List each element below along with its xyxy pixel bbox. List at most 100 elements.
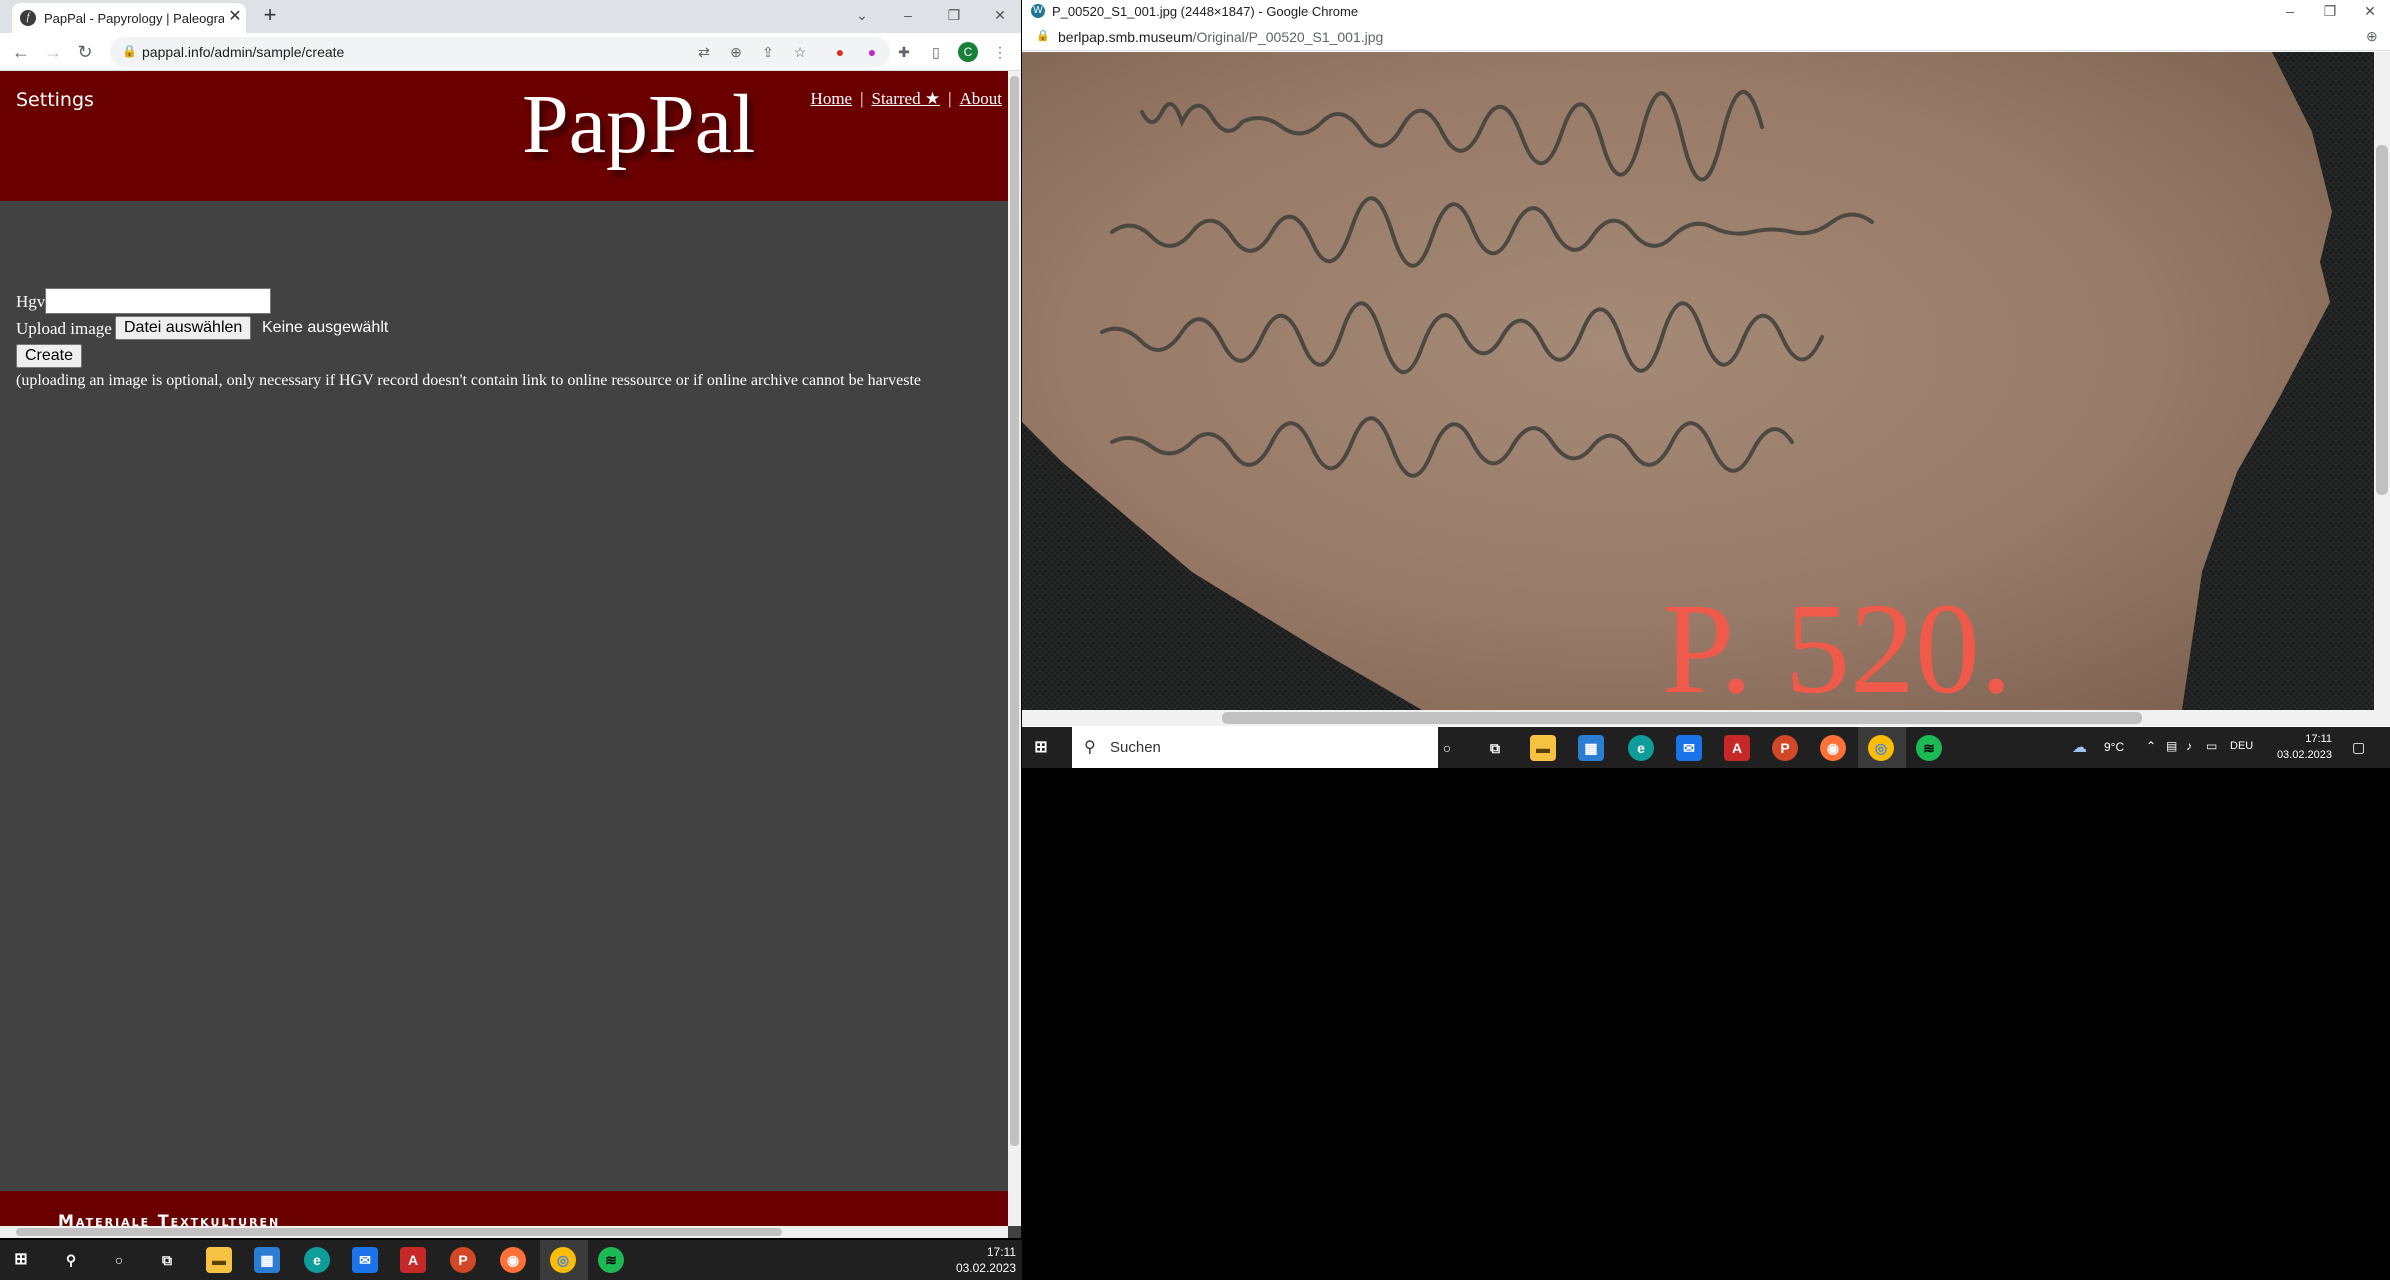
site-footer: Materiale Textkulturen — [0, 1191, 1008, 1226]
side-panel-icon[interactable]: ▯ — [926, 42, 946, 62]
chrome-icon[interactable]: ◎ — [1868, 735, 1894, 761]
windows-start-icon[interactable]: ⊞ — [1028, 735, 1054, 761]
powerpoint-icon[interactable]: P — [450, 1247, 476, 1273]
address-bar[interactable]: 🔒 berlpap.smb.museum/Original/P_00520_S1… — [1022, 23, 2390, 51]
upload-label: Upload image — [16, 319, 112, 338]
image-viewport[interactable]: P. 520. — [1022, 52, 2374, 710]
bookmark-star-icon[interactable]: ☆ — [790, 42, 810, 62]
edge-icon[interactable]: e — [304, 1247, 330, 1273]
close-window-button[interactable]: ✕ — [982, 0, 1018, 30]
cortana-icon[interactable]: ○ — [1434, 735, 1460, 761]
weather-temp[interactable]: 9°C — [2104, 740, 2124, 754]
back-button[interactable]: ← — [8, 39, 34, 65]
window-titlebar: W P_00520_S1_001.jpg (2448×1847) - Googl… — [1022, 0, 2390, 23]
spotify-icon[interactable]: ≋ — [598, 1247, 624, 1273]
search-icon[interactable]: ⚲ — [58, 1247, 84, 1273]
acrobat-icon[interactable]: A — [400, 1247, 426, 1273]
settings-link[interactable]: Settings — [16, 89, 94, 111]
wordpress-favicon-icon: W — [1031, 4, 1045, 18]
battery-icon[interactable]: ▭ — [2206, 739, 2217, 753]
acrobat-icon[interactable]: A — [1724, 735, 1750, 761]
horizontal-scroll-thumb[interactable] — [16, 1228, 782, 1236]
tray-time: 17:11 — [2305, 733, 2332, 745]
volume-icon[interactable]: ♪ — [2186, 739, 2192, 753]
window-title: P_00520_S1_001.jpg (2448×1847) - Google … — [1052, 4, 1359, 19]
extensions-puzzle-icon[interactable]: ✚ — [894, 42, 914, 62]
zoom-icon[interactable]: ⊕ — [2366, 28, 2378, 45]
firefox-icon[interactable]: ◉ — [1820, 735, 1846, 761]
cortana-icon[interactable]: ○ — [106, 1247, 132, 1273]
profile-avatar[interactable]: C — [958, 42, 978, 62]
tab-strip: f PapPal - Papyrology | Paleography ✕ + … — [0, 0, 1021, 33]
extension-red-icon[interactable]: ● — [830, 42, 850, 62]
minimize-button[interactable]: – — [890, 0, 926, 30]
task-view-icon[interactable]: ⧉ — [154, 1247, 180, 1273]
close-tab-icon[interactable]: ✕ — [226, 8, 244, 26]
tray-clock[interactable]: 17:11 03.02.2023 — [930, 1244, 1016, 1276]
mail-icon[interactable]: ✉ — [1676, 735, 1702, 761]
url-text: pappal.info/admin/sample/create — [142, 44, 345, 60]
nav-about-link[interactable]: About — [960, 89, 1003, 108]
share-icon[interactable]: ⇪ — [758, 42, 778, 62]
taskbar-main: ⊞ ⚲ ○ ⧉ ▬ ▦ e ✉ A P ◉ ◎ ≋ 17:11 03.02.20… — [0, 1240, 1022, 1280]
file-explorer-icon[interactable]: ▬ — [1530, 735, 1556, 761]
main-nav: Home | Starred ★ | About — [810, 89, 1003, 108]
chrome-icon[interactable]: ◎ — [550, 1247, 576, 1273]
restore-button[interactable]: ❐ — [936, 0, 972, 30]
site-header: Settings PapPal Home | Starred ★ | About — [0, 71, 1008, 201]
weather-cloud-icon[interactable]: ☁ — [2072, 738, 2087, 756]
vertical-scroll-thumb[interactable] — [2376, 145, 2388, 495]
language-indicator[interactable]: DEU — [2230, 740, 2253, 752]
create-button[interactable]: Create — [16, 344, 83, 368]
search-placeholder: Suchen — [1110, 739, 1161, 756]
papyrus-photo: P. 520. — [1022, 52, 2374, 710]
lock-icon: 🔒 — [122, 44, 137, 58]
address-bar[interactable]: 🔒 pappal.info/admin/sample/create ⇄ ⊕ ⇪ … — [110, 37, 890, 67]
zoom-icon[interactable]: ⊕ — [726, 42, 746, 62]
translate-icon[interactable]: ⇄ — [694, 42, 714, 62]
tray-chevron-up-icon[interactable]: ⌃ — [2146, 739, 2156, 753]
url-text: berlpap.smb.museum/Original/P_00520_S1_0… — [1058, 29, 1383, 45]
notifications-icon[interactable]: ▢ — [2352, 739, 2365, 756]
pappal-favicon-icon: f — [20, 10, 36, 26]
forward-button[interactable]: → — [40, 39, 66, 65]
lock-icon: 🔒 — [1036, 30, 1050, 42]
left-browser-window: f PapPal - Papyrology | Paleography ✕ + … — [0, 0, 1021, 1238]
firefox-icon[interactable]: ◉ — [500, 1247, 526, 1273]
task-view-icon[interactable]: ⧉ — [1482, 735, 1508, 761]
file-explorer-icon[interactable]: ▬ — [206, 1247, 232, 1273]
store-icon[interactable]: ▦ — [1578, 735, 1604, 761]
taskbar-search-box[interactable]: ⚲ Suchen — [1072, 727, 1438, 768]
menu-dots-icon[interactable]: ⋮ — [990, 42, 1010, 62]
nav-starred-link[interactable]: Starred ★ — [872, 89, 941, 108]
hgv-row: Hgv — [16, 288, 271, 314]
tab-search-icon[interactable]: ⌄ — [844, 0, 880, 30]
upload-note: (uploading an image is optional, only ne… — [16, 372, 921, 389]
new-tab-button[interactable]: + — [258, 3, 282, 27]
hgv-input[interactable] — [45, 288, 271, 314]
url-host: berlpap.smb.museum — [1058, 29, 1193, 45]
site-logo[interactable]: PapPal — [522, 76, 755, 173]
browser-toolbar: ← → ↻ 🔒 pappal.info/admin/sample/create … — [0, 33, 1021, 71]
network-icon[interactable]: ▤ — [2166, 739, 2177, 753]
windows-start-icon[interactable]: ⊞ — [8, 1247, 34, 1273]
horizontal-scroll-thumb[interactable] — [1222, 712, 2142, 724]
spotify-icon[interactable]: ≋ — [1916, 735, 1942, 761]
mail-icon[interactable]: ✉ — [352, 1247, 378, 1273]
upload-row: Upload image Datei auswählen Keine ausge… — [16, 316, 388, 340]
choose-file-button[interactable]: Datei auswählen — [115, 316, 252, 340]
extension-purple-icon[interactable]: ● — [862, 42, 882, 62]
edge-icon[interactable]: e — [1628, 735, 1654, 761]
page-content: Settings PapPal Home | Starred ★ | About Hgv… — [0, 71, 1008, 1226]
search-icon: ⚲ — [1084, 739, 1096, 756]
reload-button[interactable]: ↻ — [72, 39, 98, 65]
tab-pappal[interactable]: f PapPal - Papyrology | Paleography ✕ — [12, 3, 246, 33]
vertical-scroll-thumb[interactable] — [1010, 76, 1019, 1146]
tray-clock[interactable]: 17:11 03.02.2023 — [2272, 731, 2332, 763]
store-icon[interactable]: ▦ — [254, 1247, 280, 1273]
tray-time: 17:11 — [986, 1245, 1016, 1259]
url-path: /Original/P_00520_S1_001.jpg — [1192, 29, 1384, 45]
powerpoint-icon[interactable]: P — [1772, 735, 1798, 761]
tab-title: PapPal - Papyrology | Paleography — [44, 11, 224, 26]
nav-home-link[interactable]: Home — [811, 89, 853, 108]
